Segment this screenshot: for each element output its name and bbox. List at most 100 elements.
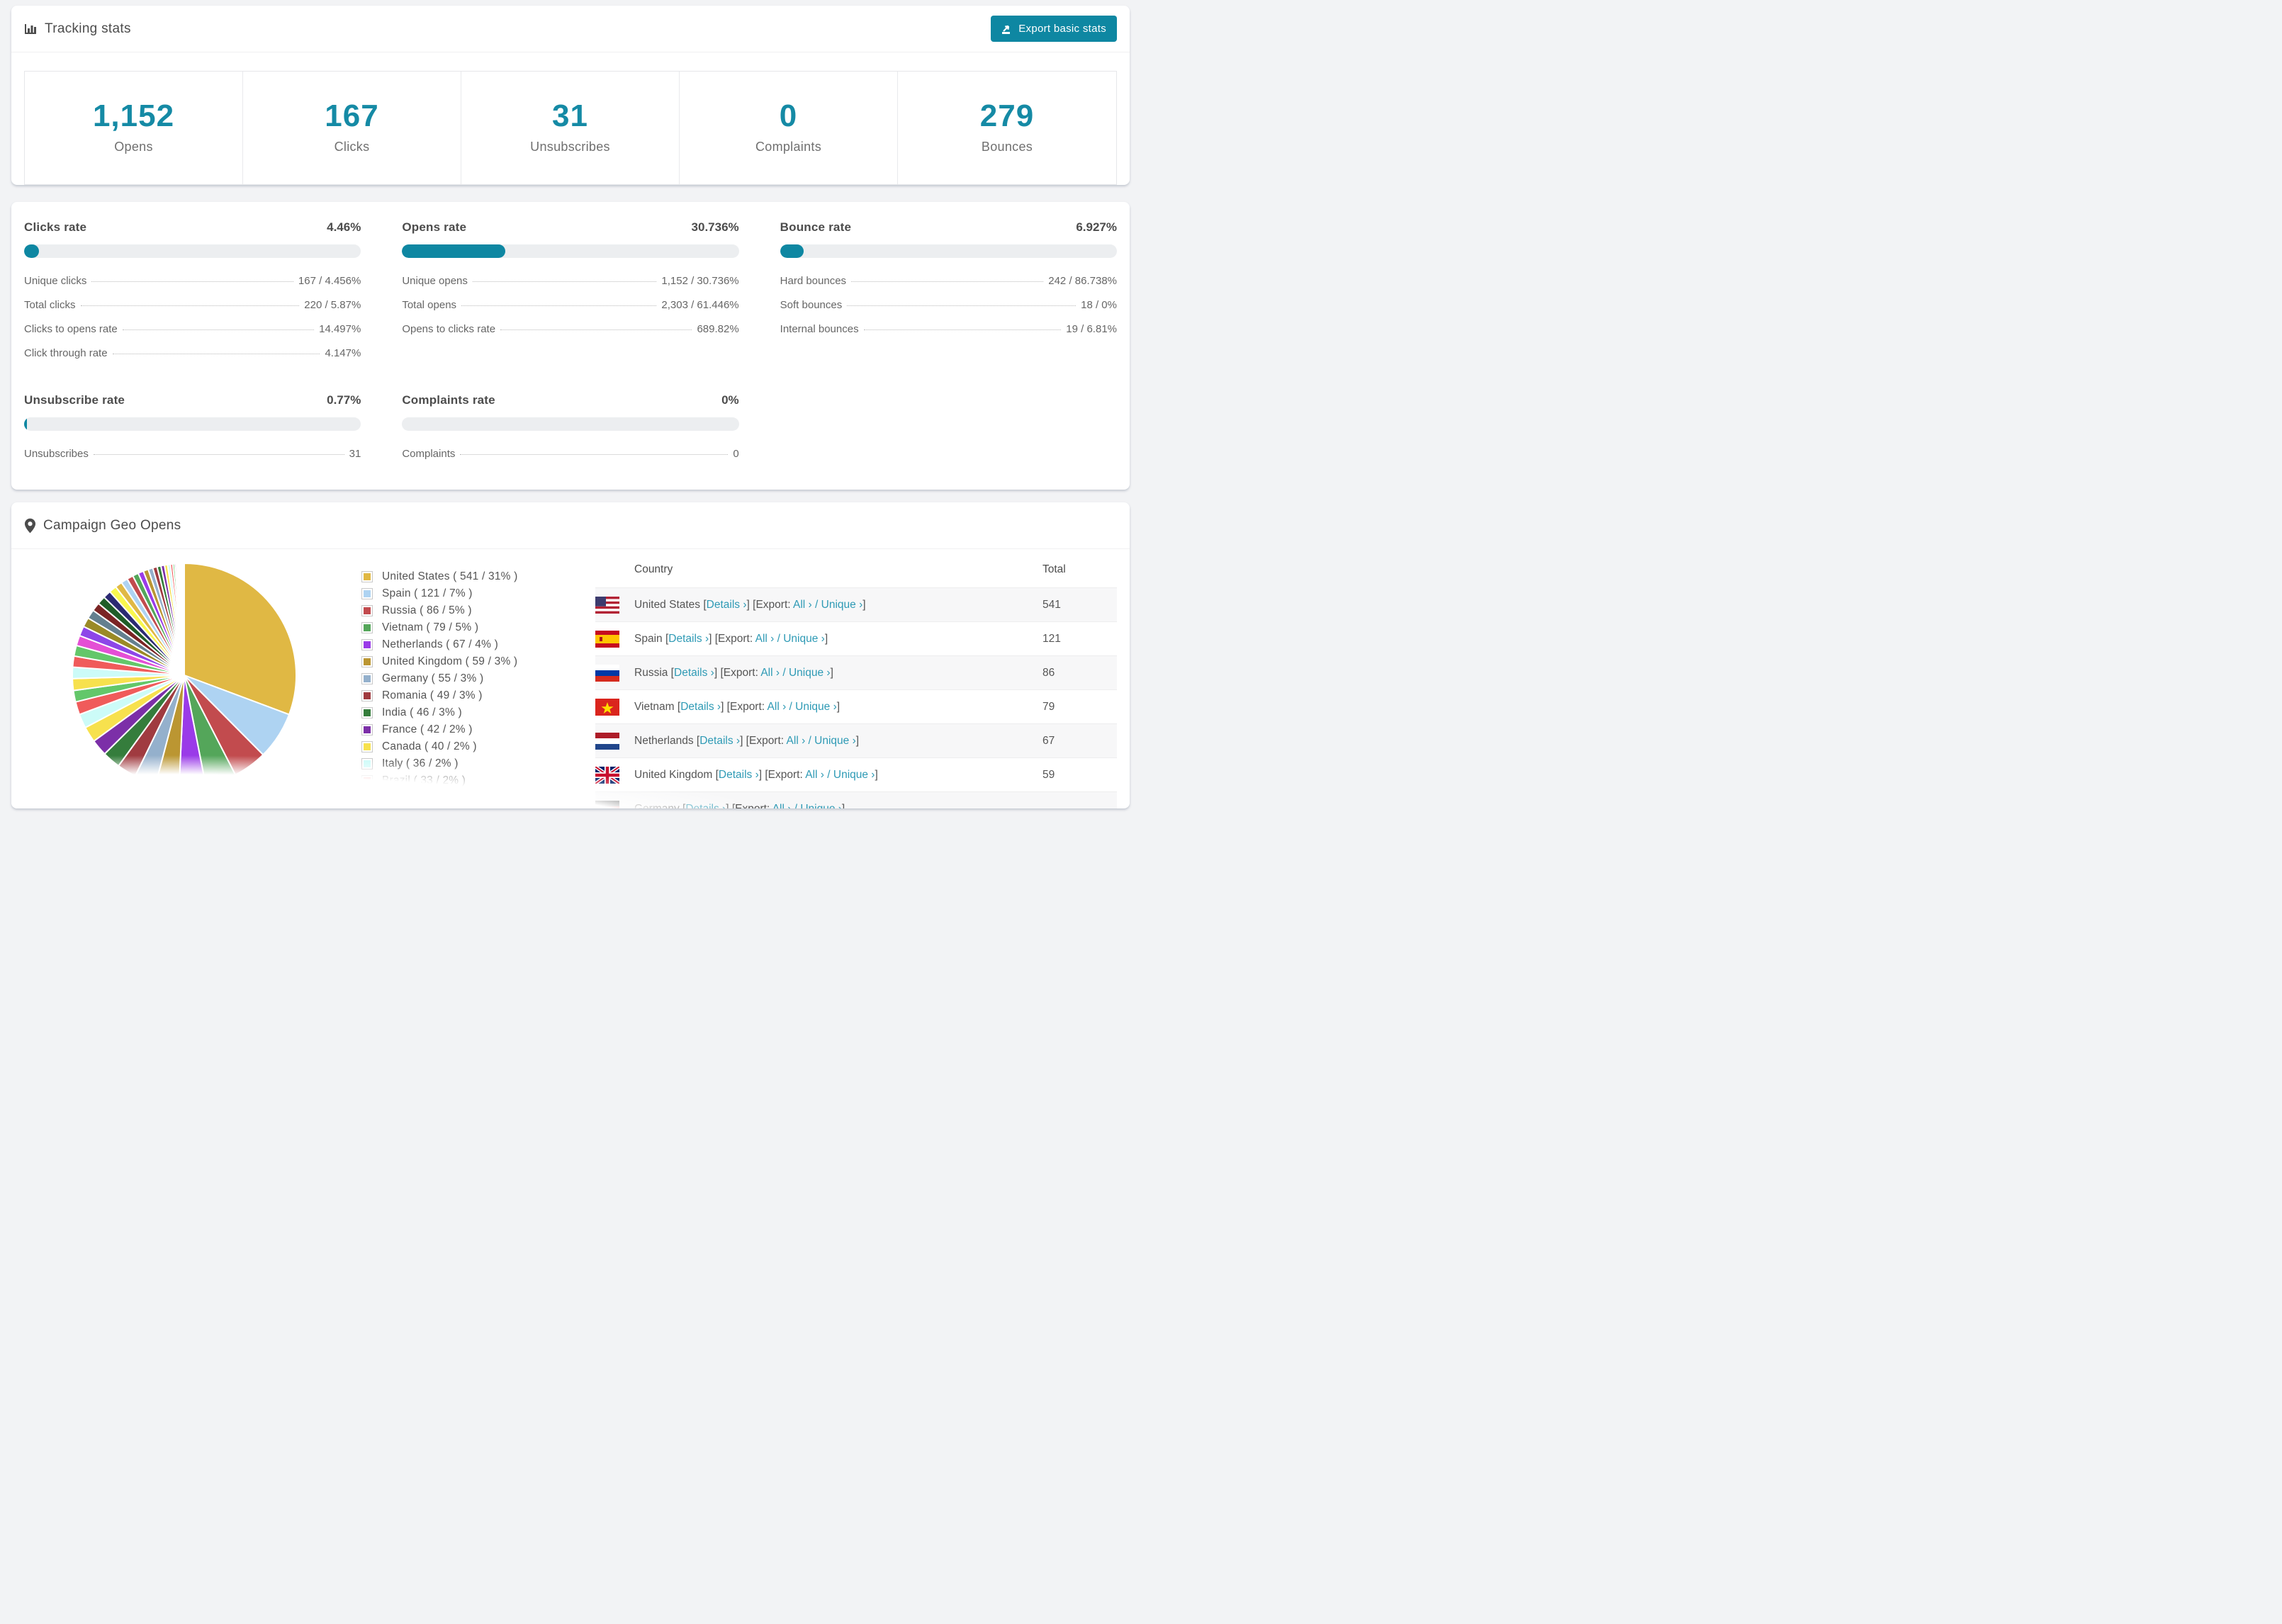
rate-row-label: Unique opens — [402, 275, 468, 287]
rate-row-label: Hard bounces — [780, 275, 847, 287]
details-link[interactable]: Details › — [674, 667, 714, 679]
legend-item-vietnam[interactable]: Vietnam ( 79 / 5% ) — [361, 621, 574, 634]
dotted-leader — [122, 329, 315, 330]
details-link[interactable]: Details › — [707, 599, 747, 611]
legend-swatch — [361, 571, 373, 582]
legend-label: Russia ( 86 / 5% ) — [382, 604, 472, 616]
rate-progress-bar — [780, 244, 1117, 258]
rate-row-value: 2,303 / 61.446% — [661, 299, 739, 311]
export-all-link[interactable]: All › — [787, 735, 806, 747]
legend-item-india[interactable]: India ( 46 / 3% ) — [361, 706, 574, 719]
legend-label: Spain ( 121 / 7% ) — [382, 587, 473, 599]
rate-head: Unsubscribe rate 0.77% — [24, 393, 361, 407]
map-pin-icon — [24, 518, 36, 533]
stat-value: 0 — [779, 98, 798, 133]
export-all-link[interactable]: All › — [768, 701, 787, 713]
legend-item-spain[interactable]: Spain ( 121 / 7% ) — [361, 587, 574, 600]
export-unique-link[interactable]: Unique › — [814, 735, 856, 747]
export-separator: / — [774, 632, 784, 645]
rate-row-label: Clicks to opens rate — [24, 323, 118, 335]
legend-label: South Africa ( 29 / 2% ) — [382, 791, 499, 803]
dotted-leader — [472, 281, 657, 282]
legend-item-south-africa[interactable]: South Africa ( 29 / 2% ) — [361, 791, 574, 804]
export-separator: / — [805, 734, 815, 747]
export-unique-link[interactable]: Unique › — [783, 633, 825, 645]
rate-head: Complaints rate 0% — [402, 393, 738, 407]
geo-content: United States ( 541 / 31% ) Spain ( 121 /… — [11, 549, 1130, 808]
export-all-link[interactable]: All › — [772, 803, 792, 809]
export-unique-link[interactable]: Unique › — [795, 701, 837, 713]
export-unique-link[interactable]: Unique › — [800, 803, 842, 809]
table-row-russia: Russia [Details ›] [Export: All › / Uniq… — [595, 655, 1117, 689]
rate-row-value: 31 — [349, 448, 361, 460]
export-all-link[interactable]: All › — [793, 599, 812, 611]
export-unique-link[interactable]: Unique › — [821, 599, 863, 611]
export-all-link[interactable]: All › — [755, 633, 775, 645]
dotted-leader — [851, 281, 1044, 282]
legend-swatch — [361, 588, 373, 599]
country-cell: Vietnam [Details ›] [Export: All › / Uni… — [634, 700, 841, 713]
rate-row-value: 1,152 / 30.736% — [661, 275, 739, 287]
export-icon — [1002, 25, 1011, 34]
legend-item-germany[interactable]: Germany ( 55 / 3% ) — [361, 672, 574, 685]
stat-label: Opens — [114, 140, 153, 154]
rate-progress-bar — [24, 244, 361, 258]
table-row-united-kingdom: United Kingdom [Details ›] [Export: All … — [595, 757, 1117, 791]
legend-swatch — [361, 605, 373, 616]
legend-item-romania[interactable]: Romania ( 49 / 3% ) — [361, 689, 574, 702]
details-link[interactable]: Details › — [685, 803, 726, 809]
legend-item-united-states[interactable]: United States ( 541 / 31% ) — [361, 570, 574, 583]
rate-row-value: 242 / 86.738% — [1048, 275, 1117, 287]
geo-country-table: Country Total United States [Details ›] … — [595, 549, 1117, 808]
export-unique-link[interactable]: Unique › — [833, 769, 875, 781]
rate-head: Opens rate 30.736% — [402, 220, 738, 235]
rate-rows: Unique opens 1,152 / 30.736% Total opens 2,… — [402, 275, 738, 335]
legend-item-netherlands[interactable]: Netherlands ( 67 / 4% ) — [361, 638, 574, 651]
rate-progress-fill — [24, 417, 27, 431]
export-basic-stats-button[interactable]: Export basic stats — [991, 16, 1117, 42]
stat-value: 1,152 — [92, 98, 175, 133]
legend-label: Canada ( 40 / 2% ) — [382, 740, 477, 752]
rate-block-bounce-rate: Bounce rate 6.927% Hard bounces 242 / 86.73… — [780, 220, 1117, 359]
export-all-link[interactable]: All › — [805, 769, 824, 781]
dotted-leader — [863, 329, 1062, 330]
export-separator: / — [786, 700, 796, 713]
details-link[interactable]: Details › — [699, 735, 740, 747]
total-cell: 67 — [1042, 734, 1055, 747]
legend-item-russia[interactable]: Russia ( 86 / 5% ) — [361, 604, 574, 617]
table-row-vietnam: Vietnam [Details ›] [Export: All › / Uni… — [595, 689, 1117, 723]
stat-label: Unsubscribes — [530, 140, 610, 154]
stat-cell-bounces: 279 Bounces — [898, 72, 1116, 184]
details-link[interactable]: Details › — [719, 769, 759, 781]
rate-row-label: Opens to clicks rate — [402, 323, 496, 335]
export-separator: / — [811, 598, 821, 611]
stat-cell-clicks: 167 Clicks — [243, 72, 461, 184]
rate-row-value: 14.497% — [319, 323, 361, 335]
country-cell: United Kingdom [Details ›] [Export: All … — [634, 768, 878, 781]
legend-item-brazil[interactable]: Brazil ( 33 / 2% ) — [361, 774, 574, 787]
stat-value: 31 — [552, 98, 588, 133]
details-link[interactable]: Details › — [668, 633, 709, 645]
geo-header: Campaign Geo Opens — [11, 502, 1130, 549]
rate-value: 4.46% — [327, 220, 361, 234]
rate-title: Opens rate — [402, 220, 467, 234]
rate-rows: Complaints 0 — [402, 448, 738, 460]
rate-row-unique-clicks: Unique clicks 167 / 4.456% — [24, 275, 361, 287]
legend-swatch — [361, 673, 373, 684]
dotted-leader — [80, 305, 300, 306]
legend-swatch — [361, 724, 373, 735]
tracking-stats-title: Tracking stats — [24, 21, 131, 37]
export-all-link[interactable]: All › — [760, 667, 780, 679]
legend-item-italy[interactable]: Italy ( 36 / 2% ) — [361, 757, 574, 770]
export-unique-link[interactable]: Unique › — [789, 667, 831, 679]
legend-swatch — [361, 622, 373, 633]
rate-row-opens-to-clicks-rate: Opens to clicks rate 689.82% — [402, 323, 738, 335]
stat-value: 279 — [979, 98, 1035, 133]
country-cell: Netherlands [Details ›] [Export: All › /… — [634, 734, 860, 747]
legend-item-united-kingdom[interactable]: United Kingdom ( 59 / 3% ) — [361, 655, 574, 668]
details-link[interactable]: Details › — [680, 701, 721, 713]
legend-item-canada[interactable]: Canada ( 40 / 2% ) — [361, 740, 574, 753]
dotted-leader — [500, 329, 692, 330]
legend-item-france[interactable]: France ( 42 / 2% ) — [361, 723, 574, 736]
rate-progress-bar — [402, 244, 739, 258]
